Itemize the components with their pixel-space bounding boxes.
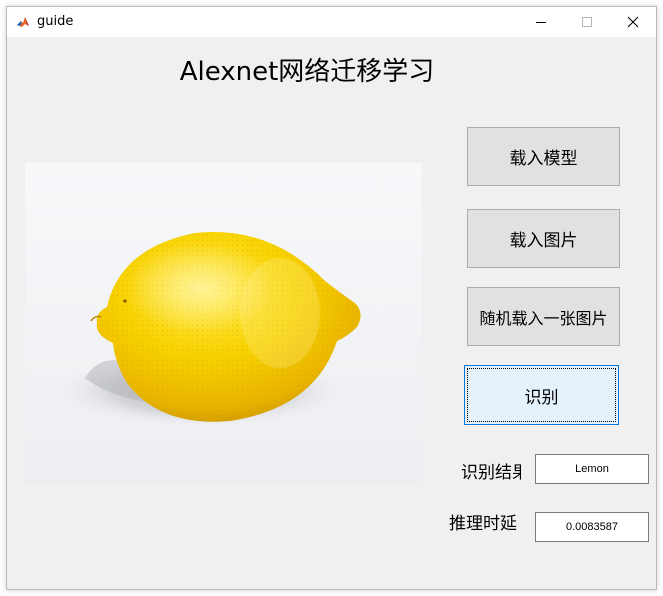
load-model-button[interactable]: 载入模型	[467, 127, 620, 186]
load-image-button[interactable]: 载入图片	[467, 209, 620, 268]
close-button[interactable]	[610, 7, 656, 37]
image-display-axes	[25, 163, 422, 484]
inference-time-label: 推理时延	[449, 514, 517, 534]
result-value: Lemon	[575, 463, 609, 475]
app-window: guide Alexnet网络迁移学习 载入模型 载入图片 随机载入一张图片 识…	[6, 6, 657, 590]
result-field[interactable]: Lemon	[535, 454, 649, 484]
maximize-icon	[582, 17, 592, 27]
inference-time-value: 0.0083587	[566, 521, 618, 533]
load-image-label: 载入图片	[509, 231, 578, 251]
recognize-button[interactable]: 识别	[464, 365, 619, 425]
title-bar[interactable]: guide	[7, 7, 656, 37]
close-icon	[627, 16, 639, 28]
result-label: 识别结果	[461, 463, 521, 483]
focus-rectangle	[467, 368, 616, 422]
minimize-icon	[536, 22, 546, 23]
matlab-icon	[16, 15, 30, 29]
page-title: Alexnet网络迁移学习	[179, 57, 435, 87]
load-model-label: 载入模型	[509, 149, 578, 169]
inference-time-field[interactable]: 0.0083587	[535, 512, 649, 542]
lemon-image	[25, 163, 422, 484]
random-load-image-button[interactable]: 随机载入一张图片	[467, 287, 620, 346]
minimize-button[interactable]	[518, 7, 564, 37]
window-title: guide	[37, 14, 74, 29]
random-load-label: 随机载入一张图片	[479, 308, 608, 328]
maximize-button[interactable]	[564, 7, 610, 37]
